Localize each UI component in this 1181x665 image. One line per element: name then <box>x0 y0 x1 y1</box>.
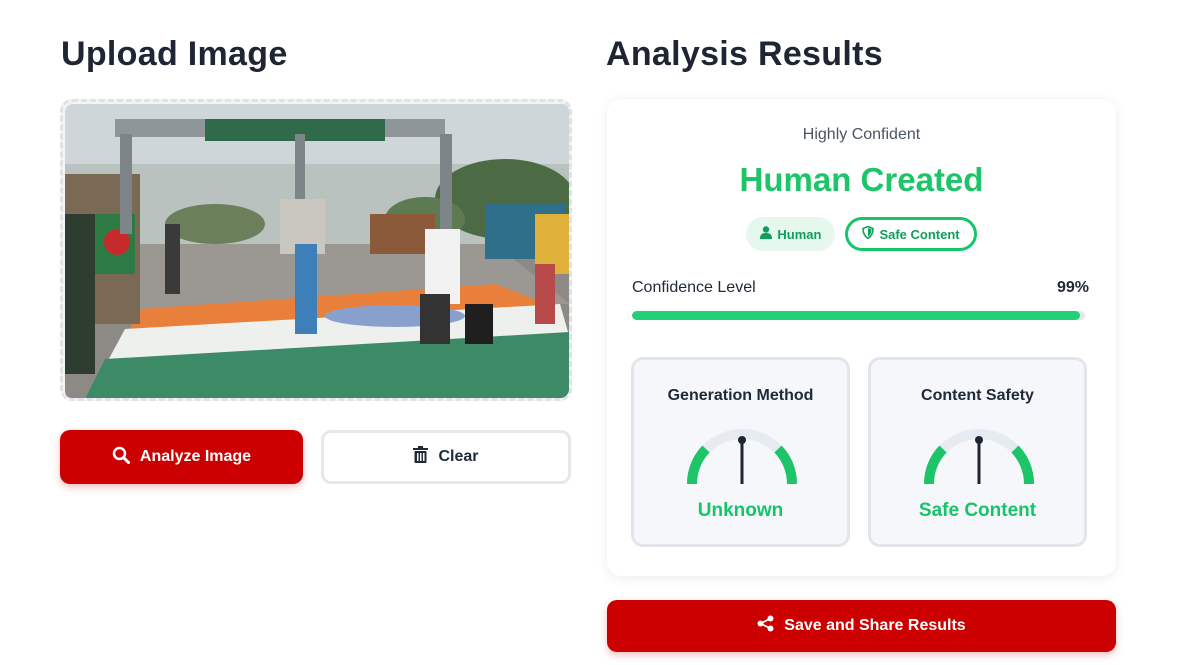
save-share-button[interactable]: Save and Share Results <box>607 600 1116 652</box>
content-safety-value: Safe Content <box>918 500 1037 521</box>
verdict-title: Human Created <box>739 161 984 198</box>
confidence-text: Highly Confident <box>802 126 921 143</box>
results-heading: Analysis Results <box>606 35 883 73</box>
user-icon <box>760 226 773 242</box>
upload-dropzone[interactable] <box>60 99 572 401</box>
upload-heading: Upload Image <box>61 35 288 73</box>
analyze-image-button[interactable]: Analyze Image <box>60 430 303 484</box>
badge-group: Human Safe Content <box>607 217 1116 251</box>
generation-method-gauge <box>686 429 798 485</box>
safe-content-badge: Safe Content <box>845 217 977 251</box>
uploaded-image <box>65 104 569 398</box>
confidence-value: 99% <box>1056 279 1089 296</box>
content-safety-gauge <box>923 429 1035 485</box>
clear-label: Clear <box>438 448 479 465</box>
content-safety-title: Content Safety <box>921 387 1034 404</box>
shield-icon <box>862 225 875 242</box>
content-safety-meter: Content Safety Safe Content <box>868 357 1087 547</box>
results-card: Highly Confident Human Created Human Saf… <box>607 99 1116 576</box>
generation-method-title: Generation Method <box>667 387 814 404</box>
search-icon <box>112 446 130 469</box>
safe-content-badge-label: Safe Content <box>879 226 960 242</box>
confidence-bar <box>632 311 1085 320</box>
human-badge: Human <box>746 217 836 251</box>
generation-method-meter: Generation Method Unknown <box>631 357 850 547</box>
save-share-label: Save and Share Results <box>784 617 966 634</box>
human-badge-label: Human <box>777 226 822 242</box>
confidence-bar-fill <box>632 311 1081 320</box>
share-icon <box>757 615 774 637</box>
analyze-image-label: Analyze Image <box>139 448 252 465</box>
trash-icon <box>413 446 429 468</box>
generation-method-value: Unknown <box>697 500 784 521</box>
clear-button[interactable]: Clear <box>321 430 571 484</box>
confidence-label: Confidence Level <box>632 279 756 296</box>
